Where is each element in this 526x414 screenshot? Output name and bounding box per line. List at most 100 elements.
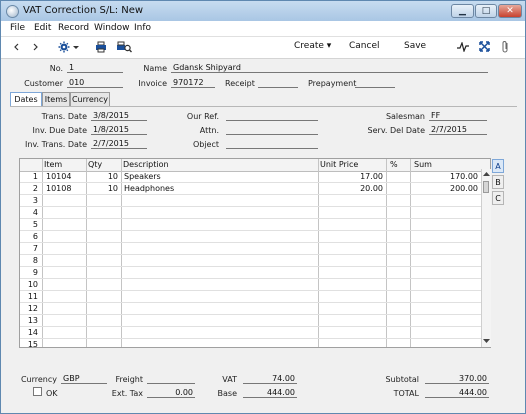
side-tab-a[interactable]: A (492, 159, 504, 173)
cell-sum[interactable] (412, 231, 478, 243)
inv-trans-date-field[interactable]: 2/7/2015 (91, 138, 147, 149)
name-field[interactable]: Gdansk Shipyard (171, 62, 488, 73)
cell-item[interactable]: 10108 (46, 183, 86, 195)
cell-qty[interactable] (88, 231, 118, 243)
cell-qty[interactable] (88, 267, 118, 279)
our-ref-field[interactable] (226, 110, 318, 121)
serv-del-date-field[interactable]: 2/7/2015 (429, 124, 487, 135)
cell-pct[interactable] (388, 339, 408, 347)
cell-qty[interactable]: 10 (88, 171, 118, 183)
cell-qty[interactable] (88, 315, 118, 327)
scroll-thumb[interactable] (483, 181, 489, 193)
cell-item[interactable] (46, 315, 86, 327)
previous-record-icon[interactable] (13, 43, 21, 51)
cell-item[interactable] (46, 255, 86, 267)
menu-record[interactable]: Record (58, 23, 89, 33)
cell-sum[interactable] (412, 219, 478, 231)
next-record-icon[interactable] (31, 43, 39, 51)
cell-unit-price[interactable] (320, 255, 383, 267)
cell-qty[interactable] (88, 279, 118, 291)
cell-item[interactable] (46, 231, 86, 243)
cell-sum[interactable]: 170.00 (412, 171, 478, 183)
ext-tax-field[interactable]: 0.00 (147, 387, 195, 398)
activity-icon[interactable] (457, 42, 469, 52)
cell-unit-price[interactable] (320, 291, 383, 303)
cell-sum[interactable] (412, 243, 478, 255)
cell-sum[interactable] (412, 279, 478, 291)
cell-qty[interactable] (88, 255, 118, 267)
cell-item[interactable] (46, 339, 86, 347)
cell-item[interactable] (46, 219, 86, 231)
cell-qty[interactable] (88, 339, 118, 347)
cell-pct[interactable] (388, 183, 408, 195)
cell-pct[interactable] (388, 279, 408, 291)
items-grid[interactable]: Item Qty Description Unit Price % Sum 11… (19, 158, 491, 348)
ok-checkbox[interactable] (33, 387, 42, 396)
cell-item[interactable] (46, 195, 86, 207)
cell-description[interactable] (124, 291, 314, 303)
cell-sum[interactable] (412, 291, 478, 303)
cell-qty[interactable]: 10 (88, 183, 118, 195)
cell-sum[interactable] (412, 339, 478, 347)
cell-item[interactable] (46, 303, 86, 315)
cell-qty[interactable] (88, 207, 118, 219)
cell-pct[interactable] (388, 327, 408, 339)
cell-pct[interactable] (388, 303, 408, 315)
close-button[interactable]: ✕ (498, 4, 522, 18)
cell-sum[interactable] (412, 315, 478, 327)
cell-sum[interactable] (412, 255, 478, 267)
cell-description[interactable] (124, 195, 314, 207)
trans-date-field[interactable]: 3/8/2015 (91, 110, 147, 121)
cell-qty[interactable] (88, 243, 118, 255)
minimize-button[interactable]: ▁ (451, 4, 474, 18)
cell-unit-price[interactable] (320, 303, 383, 315)
create-button[interactable]: Create ▾ (294, 41, 331, 51)
attachment-icon[interactable] (501, 40, 510, 54)
title-bar[interactable]: VAT Correction S/L: New ▁ □ ✕ (1, 1, 525, 21)
cell-unit-price[interactable] (320, 267, 383, 279)
receipt-field[interactable] (258, 77, 298, 88)
cell-description[interactable] (124, 279, 314, 291)
tab-dates[interactable]: Dates (10, 92, 42, 106)
cell-qty[interactable] (88, 303, 118, 315)
tab-items[interactable]: Items (42, 92, 70, 106)
cell-pct[interactable] (388, 207, 408, 219)
cell-description[interactable] (124, 303, 314, 315)
cell-unit-price[interactable] (320, 315, 383, 327)
cell-description[interactable] (124, 327, 314, 339)
menu-info[interactable]: Info (134, 23, 151, 33)
cell-qty[interactable] (88, 195, 118, 207)
cell-unit-price[interactable]: 20.00 (320, 183, 383, 195)
cell-sum[interactable] (412, 327, 478, 339)
cell-pct[interactable] (388, 255, 408, 267)
cell-sum[interactable] (412, 195, 478, 207)
cell-description[interactable] (124, 255, 314, 267)
cell-unit-price[interactable] (320, 327, 383, 339)
cell-description[interactable] (124, 267, 314, 279)
inv-due-date-field[interactable]: 1/8/2015 (91, 124, 147, 135)
tab-currency[interactable]: Currency (70, 92, 110, 106)
gear-icon[interactable] (58, 41, 80, 53)
cell-qty[interactable] (88, 291, 118, 303)
cell-unit-price[interactable]: 17.00 (320, 171, 383, 183)
side-tab-c[interactable]: C (492, 191, 504, 205)
cell-sum[interactable] (412, 303, 478, 315)
expand-icon[interactable] (479, 41, 490, 52)
cell-pct[interactable] (388, 243, 408, 255)
cell-item[interactable]: 10104 (46, 171, 86, 183)
cell-description[interactable] (124, 207, 314, 219)
cancel-button[interactable]: Cancel (349, 41, 380, 51)
cell-unit-price[interactable] (320, 195, 383, 207)
cell-unit-price[interactable] (320, 219, 383, 231)
print-preview-icon[interactable] (116, 41, 132, 53)
grid-scrollbar[interactable] (481, 169, 491, 347)
cell-item[interactable] (46, 327, 86, 339)
cell-description[interactable] (124, 243, 314, 255)
cell-description[interactable]: Speakers (124, 171, 314, 183)
cell-pct[interactable] (388, 219, 408, 231)
salesman-field[interactable]: FF (429, 110, 487, 121)
cell-pct[interactable] (388, 315, 408, 327)
cell-description[interactable] (124, 315, 314, 327)
cell-unit-price[interactable] (320, 207, 383, 219)
prepayment-field[interactable] (355, 77, 395, 88)
